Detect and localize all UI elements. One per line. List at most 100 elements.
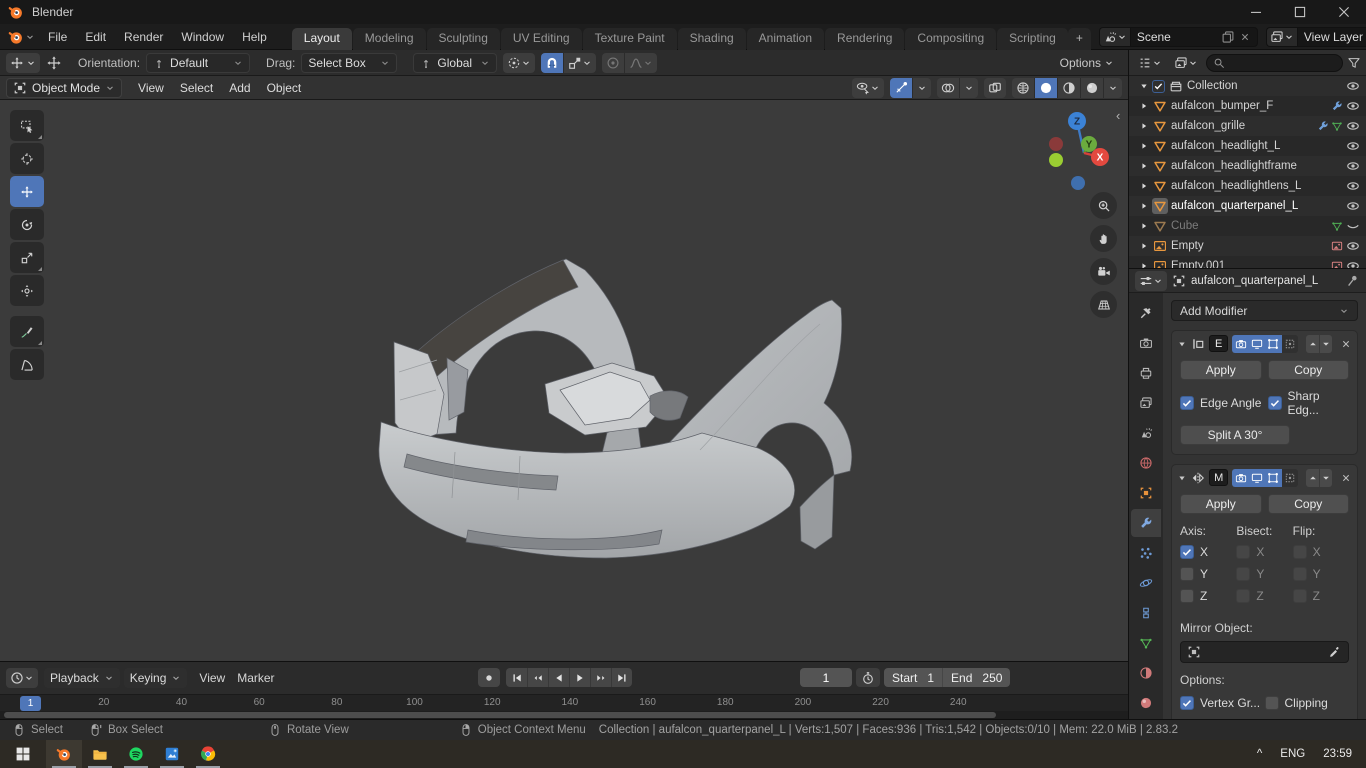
properties-tab-constraints[interactable] [1131,599,1161,627]
sidebar-collapse-arrow[interactable]: ‹ [1116,108,1120,123]
prev-key-button[interactable] [527,668,548,687]
frame-end-field[interactable]: End250 [942,668,1010,687]
display-realtime-toggle[interactable] [1249,335,1265,353]
visibility-icon[interactable] [1346,179,1360,193]
transform-orientation-dropdown[interactable]: Global [413,53,497,73]
checkbox[interactable] [1180,567,1194,581]
copy-button[interactable]: Copy [1268,360,1350,380]
timeline-ruler[interactable]: 1 20406080100120140160180200220240 [0,694,1128,711]
proportional-edit-toggle[interactable] [602,53,624,73]
unlink-scene-icon[interactable] [1239,31,1251,43]
taskbar-chrome-button[interactable] [190,740,226,768]
viewport-menu-object[interactable]: Object [259,78,310,98]
outliner-row-empty-001[interactable]: Empty.001 [1129,256,1366,268]
visibility-icon[interactable] [1346,159,1360,173]
properties-tab-tool[interactable] [1131,299,1161,327]
checkbox[interactable] [1268,396,1282,410]
taskbar-explorer-button[interactable] [82,740,118,768]
visibility-icon[interactable] [1346,219,1360,233]
scene-name-field[interactable]: Scene [1130,27,1258,47]
split-angle-field[interactable]: Split A 30° [1180,425,1290,445]
menu-edit[interactable]: Edit [76,27,115,47]
preview-range-button[interactable] [856,668,880,687]
option-vertex-gr-[interactable]: Vertex Gr... [1180,696,1265,710]
minimize-button[interactable] [1234,0,1278,24]
remove-modifier-icon[interactable] [1340,338,1352,350]
snap-settings-dropdown[interactable] [563,53,596,73]
axis-toggle-axis-z[interactable]: Z [1180,589,1236,603]
tab-animation[interactable]: Animation [747,28,824,50]
tool-cursor[interactable] [10,143,44,174]
checkbox[interactable] [1293,567,1307,581]
view-layer-name-field[interactable]: View Layer [1297,27,1366,47]
mode-dropdown[interactable]: Object Mode [6,78,122,98]
visibility-icon[interactable] [1346,99,1360,113]
snap-toggle[interactable] [541,53,563,73]
orientation-dropdown[interactable]: Default [146,53,250,73]
outliner-row-aufalcon-grille[interactable]: aufalcon_grille [1129,116,1366,136]
apply-button[interactable]: Apply [1180,360,1262,380]
display-editmode-toggle[interactable] [1265,335,1281,353]
start-button[interactable] [0,740,46,768]
tool-transform[interactable] [10,275,44,306]
tool-move[interactable] [10,176,44,207]
shading-wireframe-button[interactable] [1012,78,1034,98]
apply-button[interactable]: Apply [1180,494,1262,514]
copy-button[interactable]: Copy [1268,494,1350,514]
checkbox[interactable] [1236,589,1250,603]
properties-tab-scene[interactable] [1131,419,1161,447]
checkbox[interactable] [1265,696,1279,710]
taskbar-spotify-button[interactable] [118,740,154,768]
view-layer-browse-button[interactable] [1266,27,1297,47]
tool-rotate[interactable] [10,209,44,240]
current-frame-indicator[interactable]: 1 [20,696,41,711]
timeline-editor-type-dropdown[interactable] [6,668,38,688]
frame-start-field[interactable]: Start1 [884,668,942,687]
outliner-row-aufalcon-headlight-l[interactable]: aufalcon_headlight_L [1129,136,1366,156]
properties-editor-type-dropdown[interactable] [1135,271,1167,291]
checkbox[interactable] [1236,545,1250,559]
display-editmode-toggle[interactable] [1265,469,1281,487]
outliner-filter-id-dropdown[interactable] [1170,53,1202,73]
drag-dropdown[interactable]: Select Box [301,53,397,73]
gizmos-dropdown[interactable] [912,78,931,98]
outliner-display-mode-dropdown[interactable] [1134,53,1166,73]
language-indicator[interactable]: ENG [1280,748,1305,760]
axis-toggle-flip-z[interactable]: Z [1293,589,1349,603]
axis-toggle-flip-x[interactable]: X [1293,545,1349,559]
properties-tab-texture[interactable] [1131,689,1161,717]
outliner-row-aufalcon-headlightframe[interactable]: aufalcon_headlightframe [1129,156,1366,176]
display-render-toggle[interactable] [1232,469,1248,487]
maximize-button[interactable] [1278,0,1322,24]
tab-texture-paint[interactable]: Texture Paint [583,28,677,50]
nav-ortho-button[interactable] [1090,291,1117,318]
overlays-dropdown[interactable] [959,78,978,98]
add-workspace-button[interactable]: + [1068,28,1091,50]
outliner-row-empty[interactable]: Empty [1129,236,1366,256]
shading-rendered-button[interactable] [1080,78,1103,98]
tab-shading[interactable]: Shading [678,28,746,50]
properties-tab-world[interactable] [1131,449,1161,477]
outliner-search-input[interactable] [1206,54,1343,72]
properties-tab-render[interactable] [1131,329,1161,357]
clock[interactable]: 23:59 [1323,748,1352,760]
visibility-icon[interactable] [1346,119,1360,133]
checkbox[interactable] [1152,80,1165,93]
gizmos-toggle[interactable] [890,78,912,98]
viewport-menu-add[interactable]: Add [221,78,258,98]
visibility-icon[interactable] [1346,259,1360,268]
nav-camera-button[interactable] [1090,258,1117,285]
properties-tab-output[interactable] [1131,359,1161,387]
tab-uv-editing[interactable]: UV Editing [501,28,582,50]
new-scene-icon[interactable] [1221,30,1235,44]
timeline-keying-dropdown[interactable]: Keying [124,668,188,688]
axis-toggle-axis-x[interactable]: X [1180,545,1236,559]
visibility-dropdown[interactable] [852,78,884,98]
pin-icon[interactable] [1346,274,1360,288]
axis-toggle-bisect-x[interactable]: X [1236,545,1292,559]
add-modifier-dropdown[interactable]: Add Modifier [1171,300,1358,321]
option-clipping[interactable]: Clipping [1265,696,1350,710]
properties-tab-particles[interactable] [1131,539,1161,567]
tab-modeling[interactable]: Modeling [353,28,426,50]
checkbox[interactable] [1236,567,1250,581]
